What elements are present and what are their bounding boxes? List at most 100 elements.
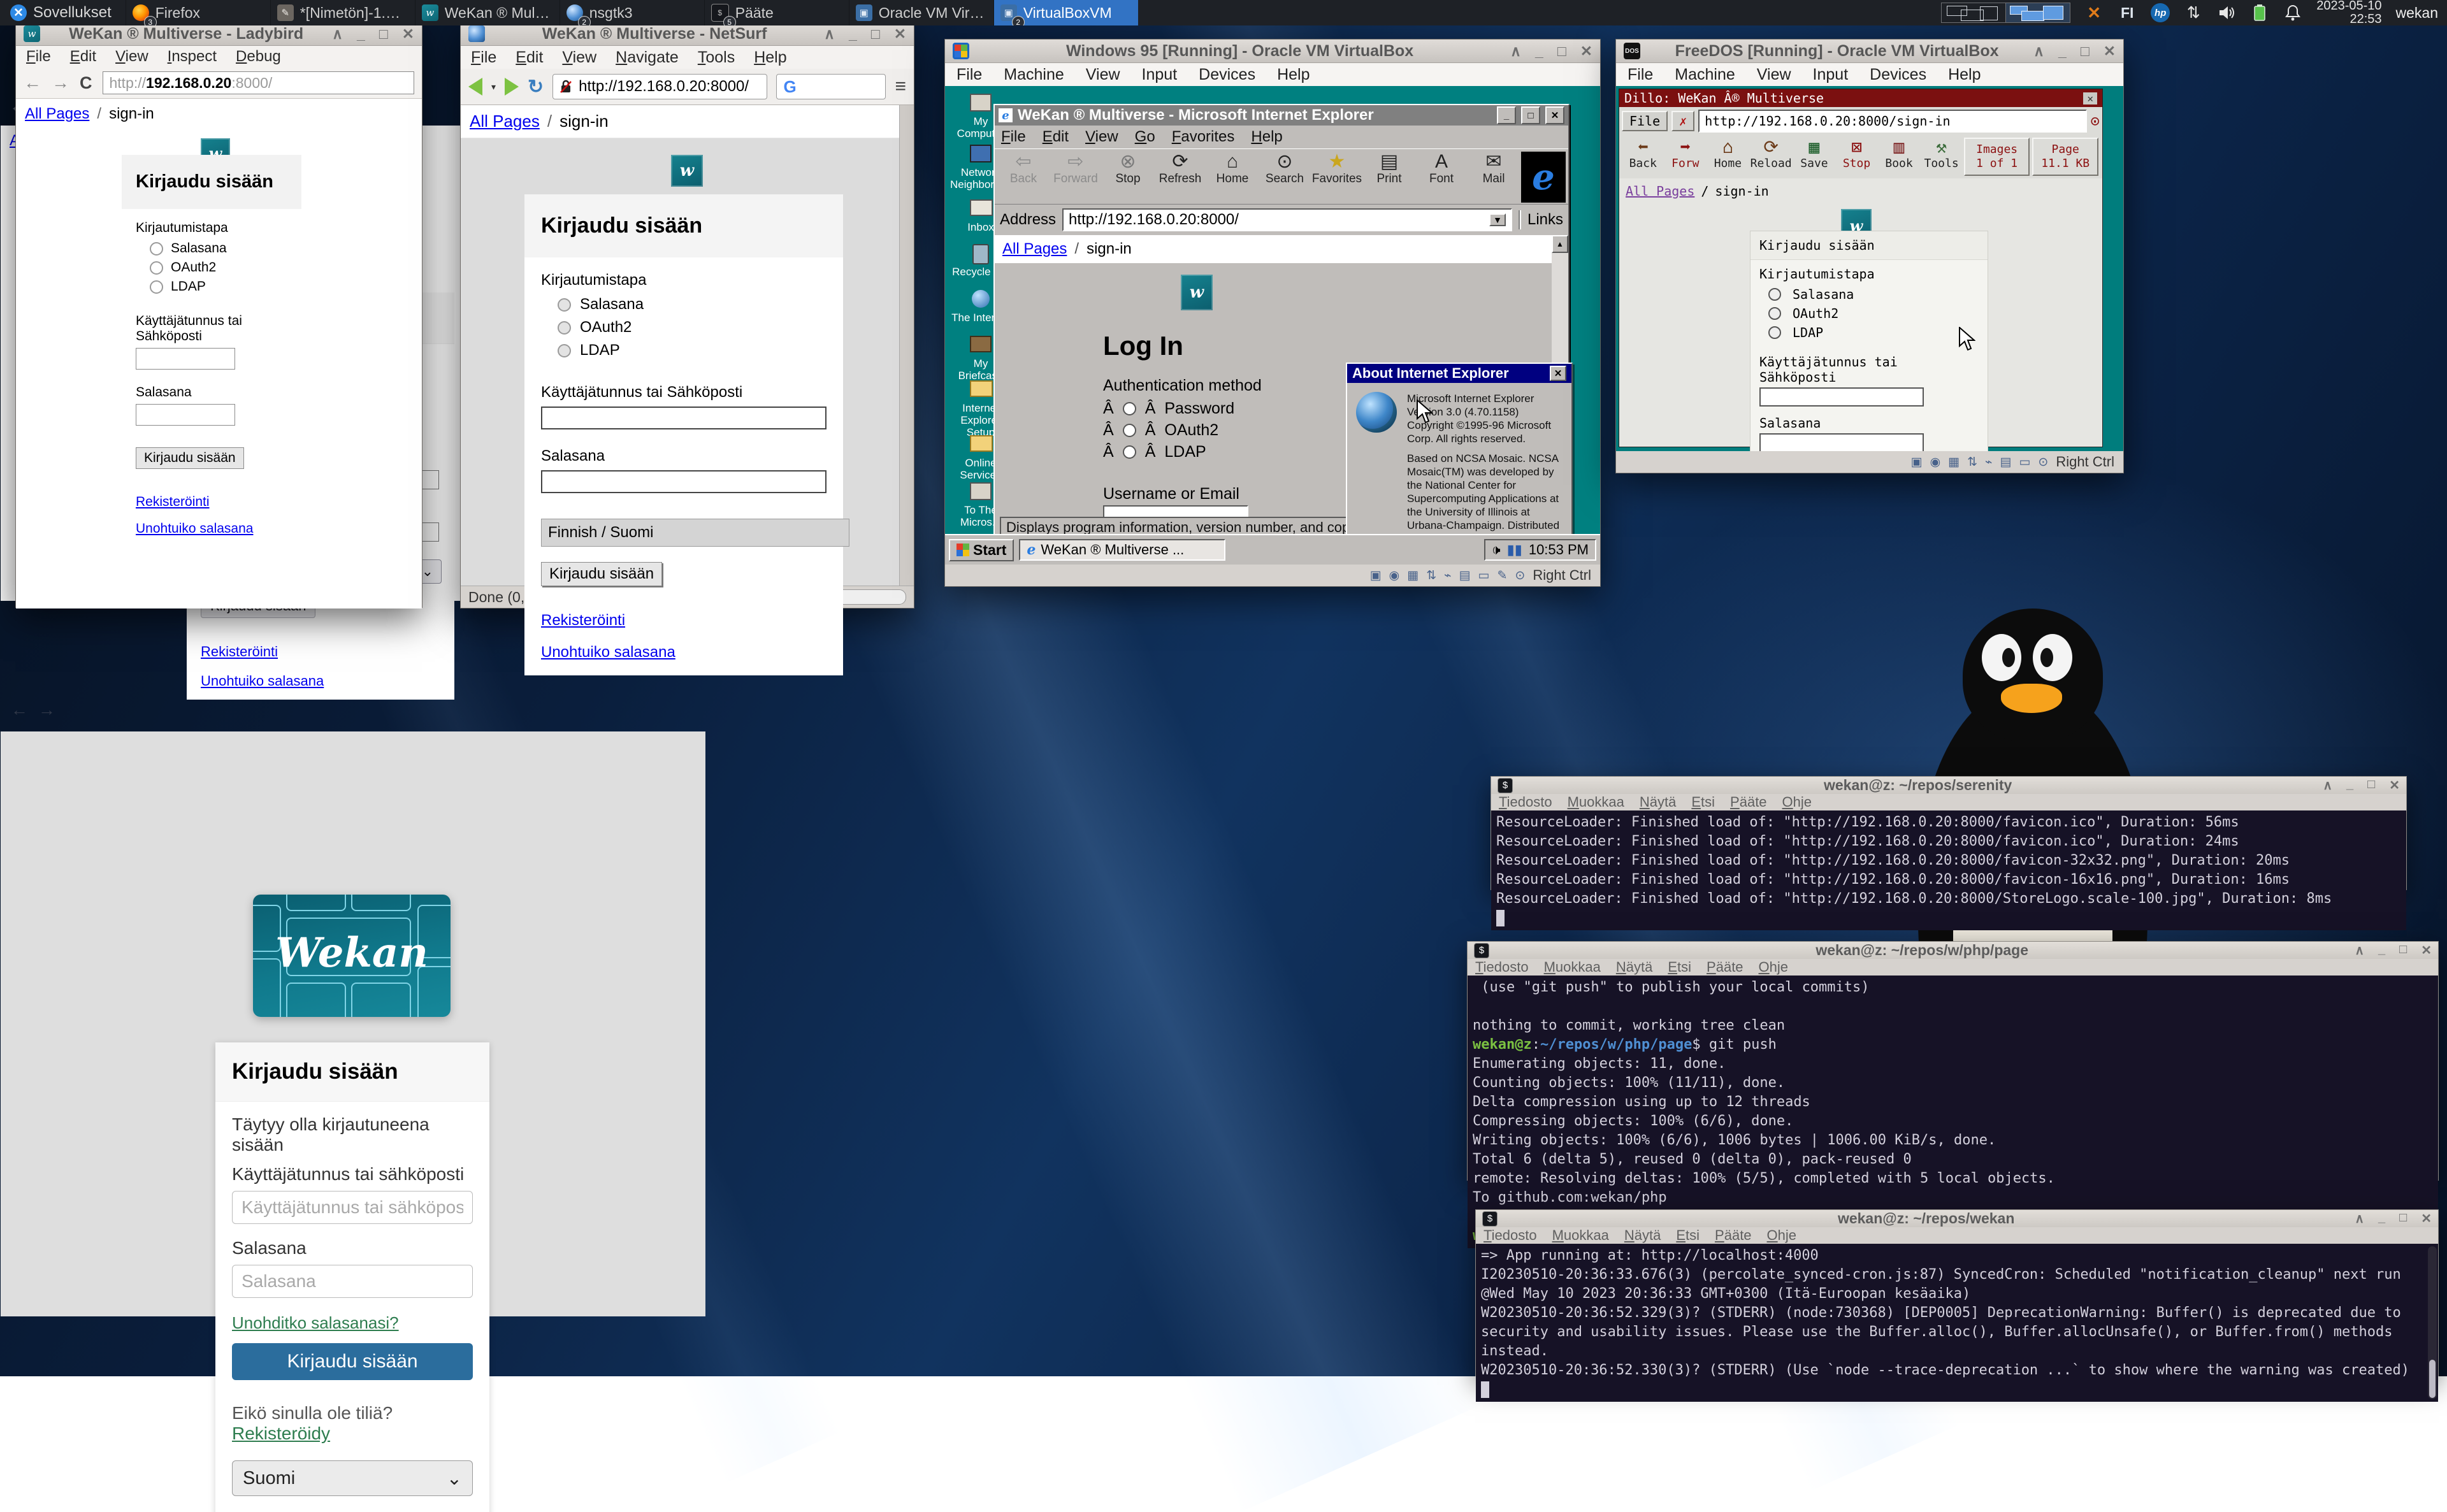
minimize-button[interactable]: _ [849, 25, 857, 43]
reload-button[interactable]: ⟳Reload [1750, 138, 1792, 170]
applications-menu[interactable]: ✕ Sovellukset [0, 0, 122, 25]
shade-button[interactable]: ∧ [2355, 942, 2364, 958]
workspace-2-active[interactable] [2005, 3, 2070, 23]
taskbar-item-netsurf[interactable]: 2 nsgtk3 [559, 0, 704, 25]
menu-help[interactable]: Help [1277, 66, 1310, 84]
menu-machine[interactable]: Machine [1675, 66, 1735, 84]
search-icon[interactable]: ⊙ [2091, 112, 2100, 130]
minimize-button[interactable]: _ [357, 25, 365, 43]
close-button[interactable]: ✕ [1545, 106, 1564, 124]
shared-folder-status-icon[interactable]: ▤ [2000, 455, 2011, 470]
menu-tools[interactable]: Tools [698, 48, 735, 67]
workspace-1[interactable] [1941, 3, 2006, 23]
notifications-tray-icon[interactable] [2283, 3, 2302, 22]
minimize-button[interactable]: _ [2378, 942, 2385, 958]
mouse-integration-icon[interactable]: ⊙ [2038, 455, 2048, 470]
shade-button[interactable]: ∧ [824, 25, 835, 43]
register-link[interactable]: Rekisteröinti [541, 612, 625, 629]
close-button[interactable]: ✕ [2083, 92, 2097, 104]
minimize-button[interactable]: _ [2378, 1211, 2385, 1227]
radio-oauth2[interactable] [1123, 424, 1136, 437]
all-pages-link[interactable]: All Pages [25, 105, 89, 123]
radio-oauth2[interactable] [558, 321, 571, 335]
radio-password[interactable] [1123, 402, 1136, 415]
shade-button[interactable]: ∧ [332, 25, 343, 43]
minimize-button[interactable]: _ [2058, 43, 2067, 60]
radio-salasana[interactable] [558, 298, 571, 312]
close-button[interactable]: ✕ [2421, 1211, 2432, 1227]
password-input[interactable] [541, 470, 826, 493]
close-button[interactable]: ✕ [1580, 43, 1592, 60]
menu-tiedosto[interactable]: Tiedosto [1475, 959, 1529, 976]
cd-status-icon[interactable]: ◉ [1930, 455, 1941, 470]
floppy-status-icon[interactable]: ▦ [1948, 455, 1960, 470]
address-input[interactable]: http://192.168.0.20:8000/ ▼ [1062, 208, 1512, 231]
address-dropdown-icon[interactable]: ▼ [1489, 213, 1506, 226]
close-button[interactable]: ✕ [894, 25, 906, 43]
all-pages-link[interactable]: All Pages [470, 112, 540, 131]
modem-icon[interactable]: ▮▮ [1507, 542, 1522, 558]
menu-inspect[interactable]: Inspect [168, 48, 217, 66]
taskbar-item-terminal[interactable]: $5 Pääte [704, 0, 849, 25]
forward-icon[interactable] [505, 78, 519, 96]
menu-nayta[interactable]: Näytä [1616, 959, 1652, 976]
dialog-titlebar[interactable]: About Internet Explorer ✕ [1347, 364, 1571, 383]
menu-ohje[interactable]: Ohje [1759, 959, 1788, 976]
file-button[interactable]: File [1622, 111, 1668, 131]
font-button[interactable]: AFont [1415, 152, 1468, 186]
minimize-button[interactable]: _ [1535, 43, 1543, 60]
menu-go[interactable]: Go [1135, 128, 1155, 146]
menu-tiedosto[interactable]: Tiedosto [1483, 1227, 1537, 1244]
radio-ldap[interactable] [1768, 326, 1781, 339]
vertical-scrollbar[interactable] [899, 105, 914, 586]
taskbar-task-ie[interactable]: e WeKan ® Multiverse ... [1019, 539, 1225, 561]
volume-tray-icon[interactable] [2217, 3, 2236, 22]
register-link[interactable]: Rekisteröinti [201, 644, 278, 659]
netsurf-titlebar[interactable]: WeKan ® Multiverse - NetSurf ∧_□✕ [461, 22, 914, 46]
maximize-button[interactable]: □ [2399, 942, 2407, 958]
taskbar-item-firefox[interactable]: 3 Firefox [126, 0, 270, 25]
menu-edit[interactable]: Edit [516, 48, 543, 67]
menu-view[interactable]: View [1086, 66, 1120, 84]
menu-favorites[interactable]: Favorites [1172, 128, 1235, 146]
terminal-output[interactable]: (use "git push" to publish your local co… [1468, 976, 2438, 1248]
display-status-icon[interactable]: ▭ [1478, 568, 1490, 583]
close-button[interactable]: ✕ [2421, 942, 2432, 958]
username-input[interactable] [541, 407, 826, 429]
menu-muokkaa[interactable]: Muokkaa [1568, 794, 1624, 810]
stop-icon[interactable]: ✗ [1671, 111, 1694, 131]
network-status-icon[interactable]: ⇅ [1967, 455, 1977, 470]
favorites-button[interactable]: ★Favorites [1311, 152, 1363, 186]
radio-ldap[interactable] [150, 280, 163, 294]
stop-button[interactable]: ⊗Stop [1102, 152, 1154, 186]
url-bar[interactable]: http://192.168.0.20:8000/ [552, 74, 767, 99]
password-input[interactable] [232, 1265, 473, 1298]
forward-icon[interactable]: → [38, 700, 55, 720]
taskbar-item-gimp[interactable]: ✎ *[Nimetön]-1.0 (RGB-vä... [270, 0, 415, 25]
register-link[interactable]: Rekisteröinti [136, 494, 210, 509]
menu-file[interactable]: File [956, 66, 982, 84]
close-button[interactable]: ✕ [402, 25, 414, 43]
minimize-button[interactable]: _ [1497, 106, 1516, 124]
shade-button[interactable]: ∧ [1510, 43, 1521, 60]
radio-oauth2[interactable] [1768, 307, 1781, 320]
url-bar[interactable]: http://192.168.0.20:8000/ [103, 71, 415, 94]
url-bar[interactable]: http://192.168.0.20:8000/sign-in [1698, 110, 2086, 133]
menu-view[interactable]: View [115, 48, 148, 66]
signin-button[interactable]: Kirjaudu sisään [136, 447, 244, 469]
menu-muokkaa[interactable]: Muokkaa [1544, 959, 1601, 976]
back-icon[interactable]: ← [24, 73, 41, 93]
shade-button[interactable]: ∧ [2355, 1211, 2364, 1227]
menu-file[interactable]: File [26, 48, 51, 66]
refresh-button[interactable]: ⟳Refresh [1154, 152, 1206, 186]
forgot-password-link[interactable]: Unohtuiko salasana [136, 521, 253, 536]
password-input[interactable] [136, 404, 235, 426]
taskbar-item-virtualboxvm[interactable]: ▣2 VirtualBoxVM [993, 0, 1138, 25]
radio-salasana[interactable] [150, 242, 163, 256]
dillo-titlebar[interactable]: Dillo: WeKan Â® Multiverse ✕ [1619, 89, 2102, 107]
tools-button[interactable]: ⚒Tools [1921, 138, 1961, 170]
password-input[interactable] [1759, 433, 1924, 451]
shared-folder-status-icon[interactable]: ▤ [1459, 568, 1471, 583]
bookmarks-button[interactable]: ▥Book [1879, 138, 1919, 170]
workspace-switcher[interactable] [1942, 3, 2070, 23]
